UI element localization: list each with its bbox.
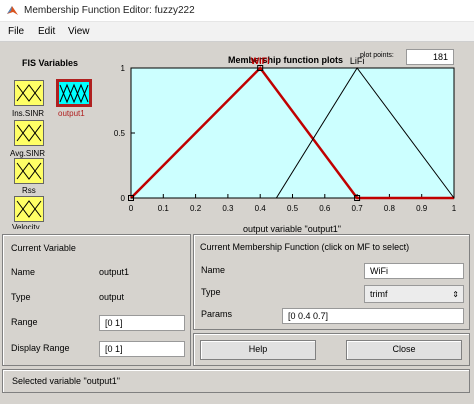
x-tick-label: 0.8: [384, 204, 396, 213]
current-mf-panel: Current Membership Function (click on MF…: [193, 234, 470, 330]
mf-type-value: trimf: [370, 289, 388, 299]
current-variable-title: Current Variable: [11, 243, 76, 253]
button-panel: Help Close: [193, 333, 470, 366]
mf-label-lifi: LiFi: [350, 56, 365, 66]
y-tick-label: 0: [121, 194, 126, 203]
x-tick-label: 0.9: [416, 204, 428, 213]
mf-name-label: Name: [201, 265, 226, 275]
variable-name-label: Name: [11, 267, 36, 277]
variable-type-label: Type: [11, 292, 31, 302]
x-tick-label: 0.5: [287, 204, 299, 213]
close-button[interactable]: Close: [346, 340, 462, 360]
status-message: Selected variable "output1": [12, 376, 120, 386]
mf-params-label: Params: [201, 309, 233, 319]
y-tick-label: 1: [121, 64, 126, 73]
display-range-label: Display Range: [11, 343, 70, 353]
x-tick-label: 0: [129, 204, 134, 213]
x-tick-label: 0.2: [190, 204, 202, 213]
mf-params-input[interactable]: [0 0.4 0.7]: [282, 308, 464, 324]
x-tick-label: 0.6: [319, 204, 331, 213]
variable-name-value: output1: [99, 267, 130, 277]
mf-label-wifi: WiFi: [251, 56, 270, 66]
x-tick-label: 0.3: [222, 204, 234, 213]
x-tick-label: 1: [452, 204, 457, 213]
x-axis-label: output variable "output1": [243, 224, 341, 234]
x-tick-label: 0.1: [158, 204, 170, 213]
current-mf-title: Current Membership Function (click on MF…: [200, 242, 410, 252]
variable-type-value: output: [99, 292, 125, 302]
membership-function-plot[interactable]: 0 0.1 0.2 0.3 0.4 0.5 0.6 0.7 0.8 0.9 1 0 0.5 1 WiFi L…: [0, 0, 474, 240]
chevron-updown-icon: ⇕: [452, 290, 459, 299]
range-input[interactable]: [0 1]: [99, 315, 185, 331]
help-button[interactable]: Help: [200, 340, 316, 360]
mf-type-select[interactable]: trimf ⇕: [364, 285, 464, 303]
range-label: Range: [11, 317, 38, 327]
y-tick-label: 0.5: [114, 129, 126, 138]
x-tick-label: 0.4: [255, 204, 267, 213]
display-range-input[interactable]: [0 1]: [99, 341, 185, 357]
status-bar: Selected variable "output1": [2, 369, 470, 393]
x-tick-label: 0.7: [352, 204, 364, 213]
current-variable-panel: Current Variable Name output1 Type outpu…: [2, 234, 191, 366]
mf-type-label: Type: [201, 287, 221, 297]
mf-name-input[interactable]: WiFi: [364, 263, 464, 279]
